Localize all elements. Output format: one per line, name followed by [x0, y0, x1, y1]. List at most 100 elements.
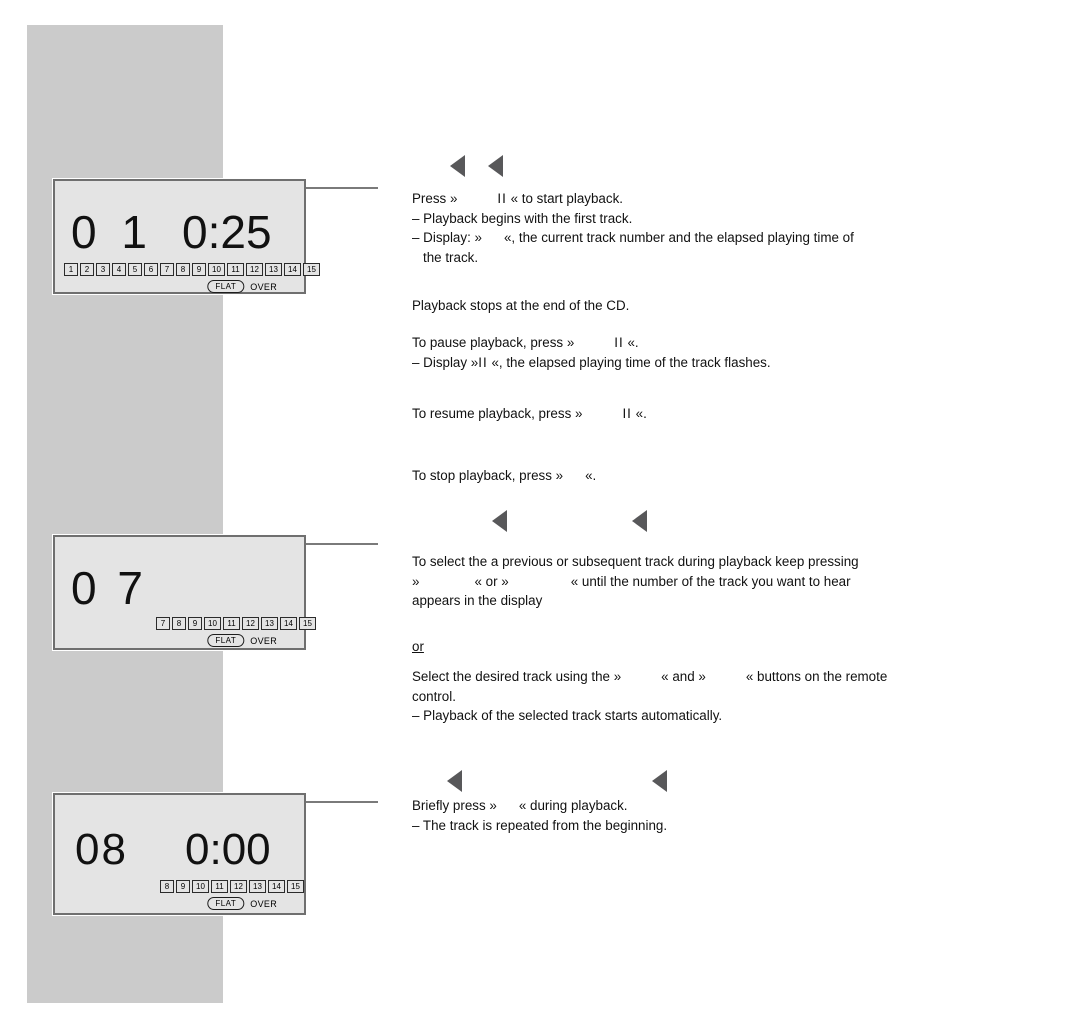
track-box-13: 13: [261, 617, 278, 630]
track-box-14: 14: [268, 880, 285, 893]
select-track-line2b: « or »: [474, 573, 509, 589]
track-box-2: 2: [80, 263, 94, 276]
track-box-13: 13: [265, 263, 282, 276]
track-box-7: 7: [160, 263, 174, 276]
pause-line2b: «, the elapsed playing time of the track…: [491, 354, 771, 370]
briefly-line2: – The track is repeated from the beginni…: [412, 817, 668, 833]
press-play-line1a: Press »: [412, 191, 458, 206]
remote-line3: – Playback of the selected track starts …: [412, 708, 723, 723]
track-box-11: 11: [211, 880, 228, 893]
rewind-triangle-icon: [492, 510, 507, 532]
track-box-9: 9: [192, 263, 206, 276]
paragraph-select-track: To select the a previous or subsequent t…: [412, 552, 997, 611]
stop-line1a: To stop playback, press »: [412, 468, 564, 483]
rewind-triangle-icon: [447, 770, 462, 792]
remote-line1b: « and »: [661, 669, 706, 684]
track-box-5: 5: [128, 263, 142, 276]
pause-bars-icon: II: [614, 335, 624, 350]
track-box-14: 14: [280, 617, 297, 630]
display-3-track-number: 08: [75, 825, 128, 874]
press-play-line4: the track.: [423, 249, 479, 265]
select-track-line1: To select the a previous or subsequent t…: [412, 554, 859, 569]
press-play-line3a: – Display: »: [412, 230, 482, 245]
remote-line1c: « buttons on the remote: [745, 669, 888, 684]
pause-line1a: To pause playback, press »: [412, 335, 575, 350]
track-box-3: 3: [96, 263, 110, 276]
paragraph-playback-stops: Playback stops at the end of the CD.: [412, 298, 630, 313]
track-box-10: 10: [208, 263, 225, 276]
paragraph-resume: To resume playback, press » II «.: [412, 404, 997, 424]
press-play-line1b: « to start playback.: [510, 191, 623, 206]
track-box-14: 14: [284, 263, 301, 276]
pause-bars-icon: II: [497, 191, 507, 206]
pause-line1b: «.: [627, 335, 639, 350]
track-box-8: 8: [160, 880, 174, 893]
paragraph-press-play: Press » II « to start playback. – Playbac…: [412, 189, 997, 267]
display-1-track-number: 0 1: [71, 206, 153, 258]
display-1-track-boxes: 1 2 3 4 5 6 7 8 9 10 11 12 13 14 15: [64, 263, 320, 276]
display-2-track-boxes: 7 8 9 10 11 12 13 14 15: [156, 617, 316, 630]
track-box-11: 11: [223, 617, 240, 630]
track-box-6: 6: [144, 263, 158, 276]
track-box-7: 7: [156, 617, 170, 630]
over-indicator: OVER: [250, 281, 277, 292]
track-box-8: 8: [176, 263, 190, 276]
track-box-12: 12: [242, 617, 259, 630]
track-box-12: 12: [246, 263, 263, 276]
display-3-elapsed-time: 0:00: [185, 825, 271, 874]
rewind-triangle-icon: [652, 770, 667, 792]
flat-indicator: FLAT: [207, 897, 245, 910]
leader-line-3: [306, 801, 378, 803]
pause-line2a: – Display »: [412, 354, 479, 370]
leader-line-2: [306, 543, 378, 545]
display-2-indicators: FLAT OVER: [207, 634, 277, 647]
track-box-10: 10: [204, 617, 221, 630]
resume-line1a: To resume playback, press »: [412, 406, 583, 421]
remote-line2: control.: [412, 688, 456, 704]
track-box-11: 11: [227, 263, 244, 276]
paragraph-remote-control: Select the desired track using the » « an…: [412, 667, 997, 726]
track-box-8: 8: [172, 617, 186, 630]
paragraph-pause: To pause playback, press » II «. – Displa…: [412, 333, 997, 372]
select-track-line2a: »: [412, 573, 420, 589]
track-box-4: 4: [112, 263, 126, 276]
track-box-10: 10: [192, 880, 209, 893]
track-box-13: 13: [249, 880, 266, 893]
over-indicator: OVER: [250, 635, 277, 646]
track-box-15: 15: [287, 880, 304, 893]
paragraph-stop: To stop playback, press » «.: [412, 466, 997, 486]
briefly-line1b: « during playback.: [518, 798, 628, 813]
leader-line-1: [306, 187, 378, 189]
or-separator: or: [412, 639, 424, 654]
over-indicator: OVER: [250, 898, 277, 909]
briefly-line1a: Briefly press »: [412, 798, 497, 813]
pause-bars-icon: II: [622, 406, 632, 421]
flat-indicator: FLAT: [207, 280, 245, 293]
stop-line1b: «.: [585, 468, 597, 483]
rewind-triangle-icon: [450, 155, 465, 177]
flat-indicator: FLAT: [207, 634, 245, 647]
display-1-elapsed-time: 0:25: [182, 206, 272, 258]
rewind-triangle-icon: [488, 155, 503, 177]
track-box-15: 15: [303, 263, 320, 276]
paragraph-briefly-press: Briefly press » « during playback. – The …: [412, 796, 997, 835]
select-track-line2c: « until the number of the track you want…: [570, 573, 851, 589]
track-box-1: 1: [64, 263, 78, 276]
cd-display-panel-1: 0 1 0:25 1 2 3 4 5 6 7 8 9 10 11 12 13 14 15 FLAT OVER: [53, 179, 320, 294]
rewind-triangle-icon: [632, 510, 647, 532]
display-1-indicators: FLAT OVER: [207, 280, 277, 293]
display-2-track-number: 0 7: [71, 562, 147, 614]
track-box-9: 9: [176, 880, 190, 893]
cd-display-panel-3: 08 0:00 8 9 10 11 12 13 14 15 FLAT OVER: [53, 793, 306, 915]
press-play-line3b: «, the current track number and the elap…: [503, 230, 854, 245]
pause-bars-icon: II: [478, 354, 488, 370]
resume-line1b: «.: [635, 406, 647, 421]
select-track-line3: appears in the display: [412, 593, 543, 608]
remote-line1a: Select the desired track using the »: [412, 669, 622, 684]
track-box-12: 12: [230, 880, 247, 893]
cd-display-panel-2: 0 7 7 8 9 10 11 12 13 14 15 FLAT OVER: [53, 535, 316, 650]
display-3-indicators: FLAT OVER: [207, 897, 277, 910]
press-play-line2: – Playback begins with the first track.: [412, 210, 633, 226]
track-box-9: 9: [188, 617, 202, 630]
display-3-track-boxes: 8 9 10 11 12 13 14 15: [160, 880, 304, 893]
